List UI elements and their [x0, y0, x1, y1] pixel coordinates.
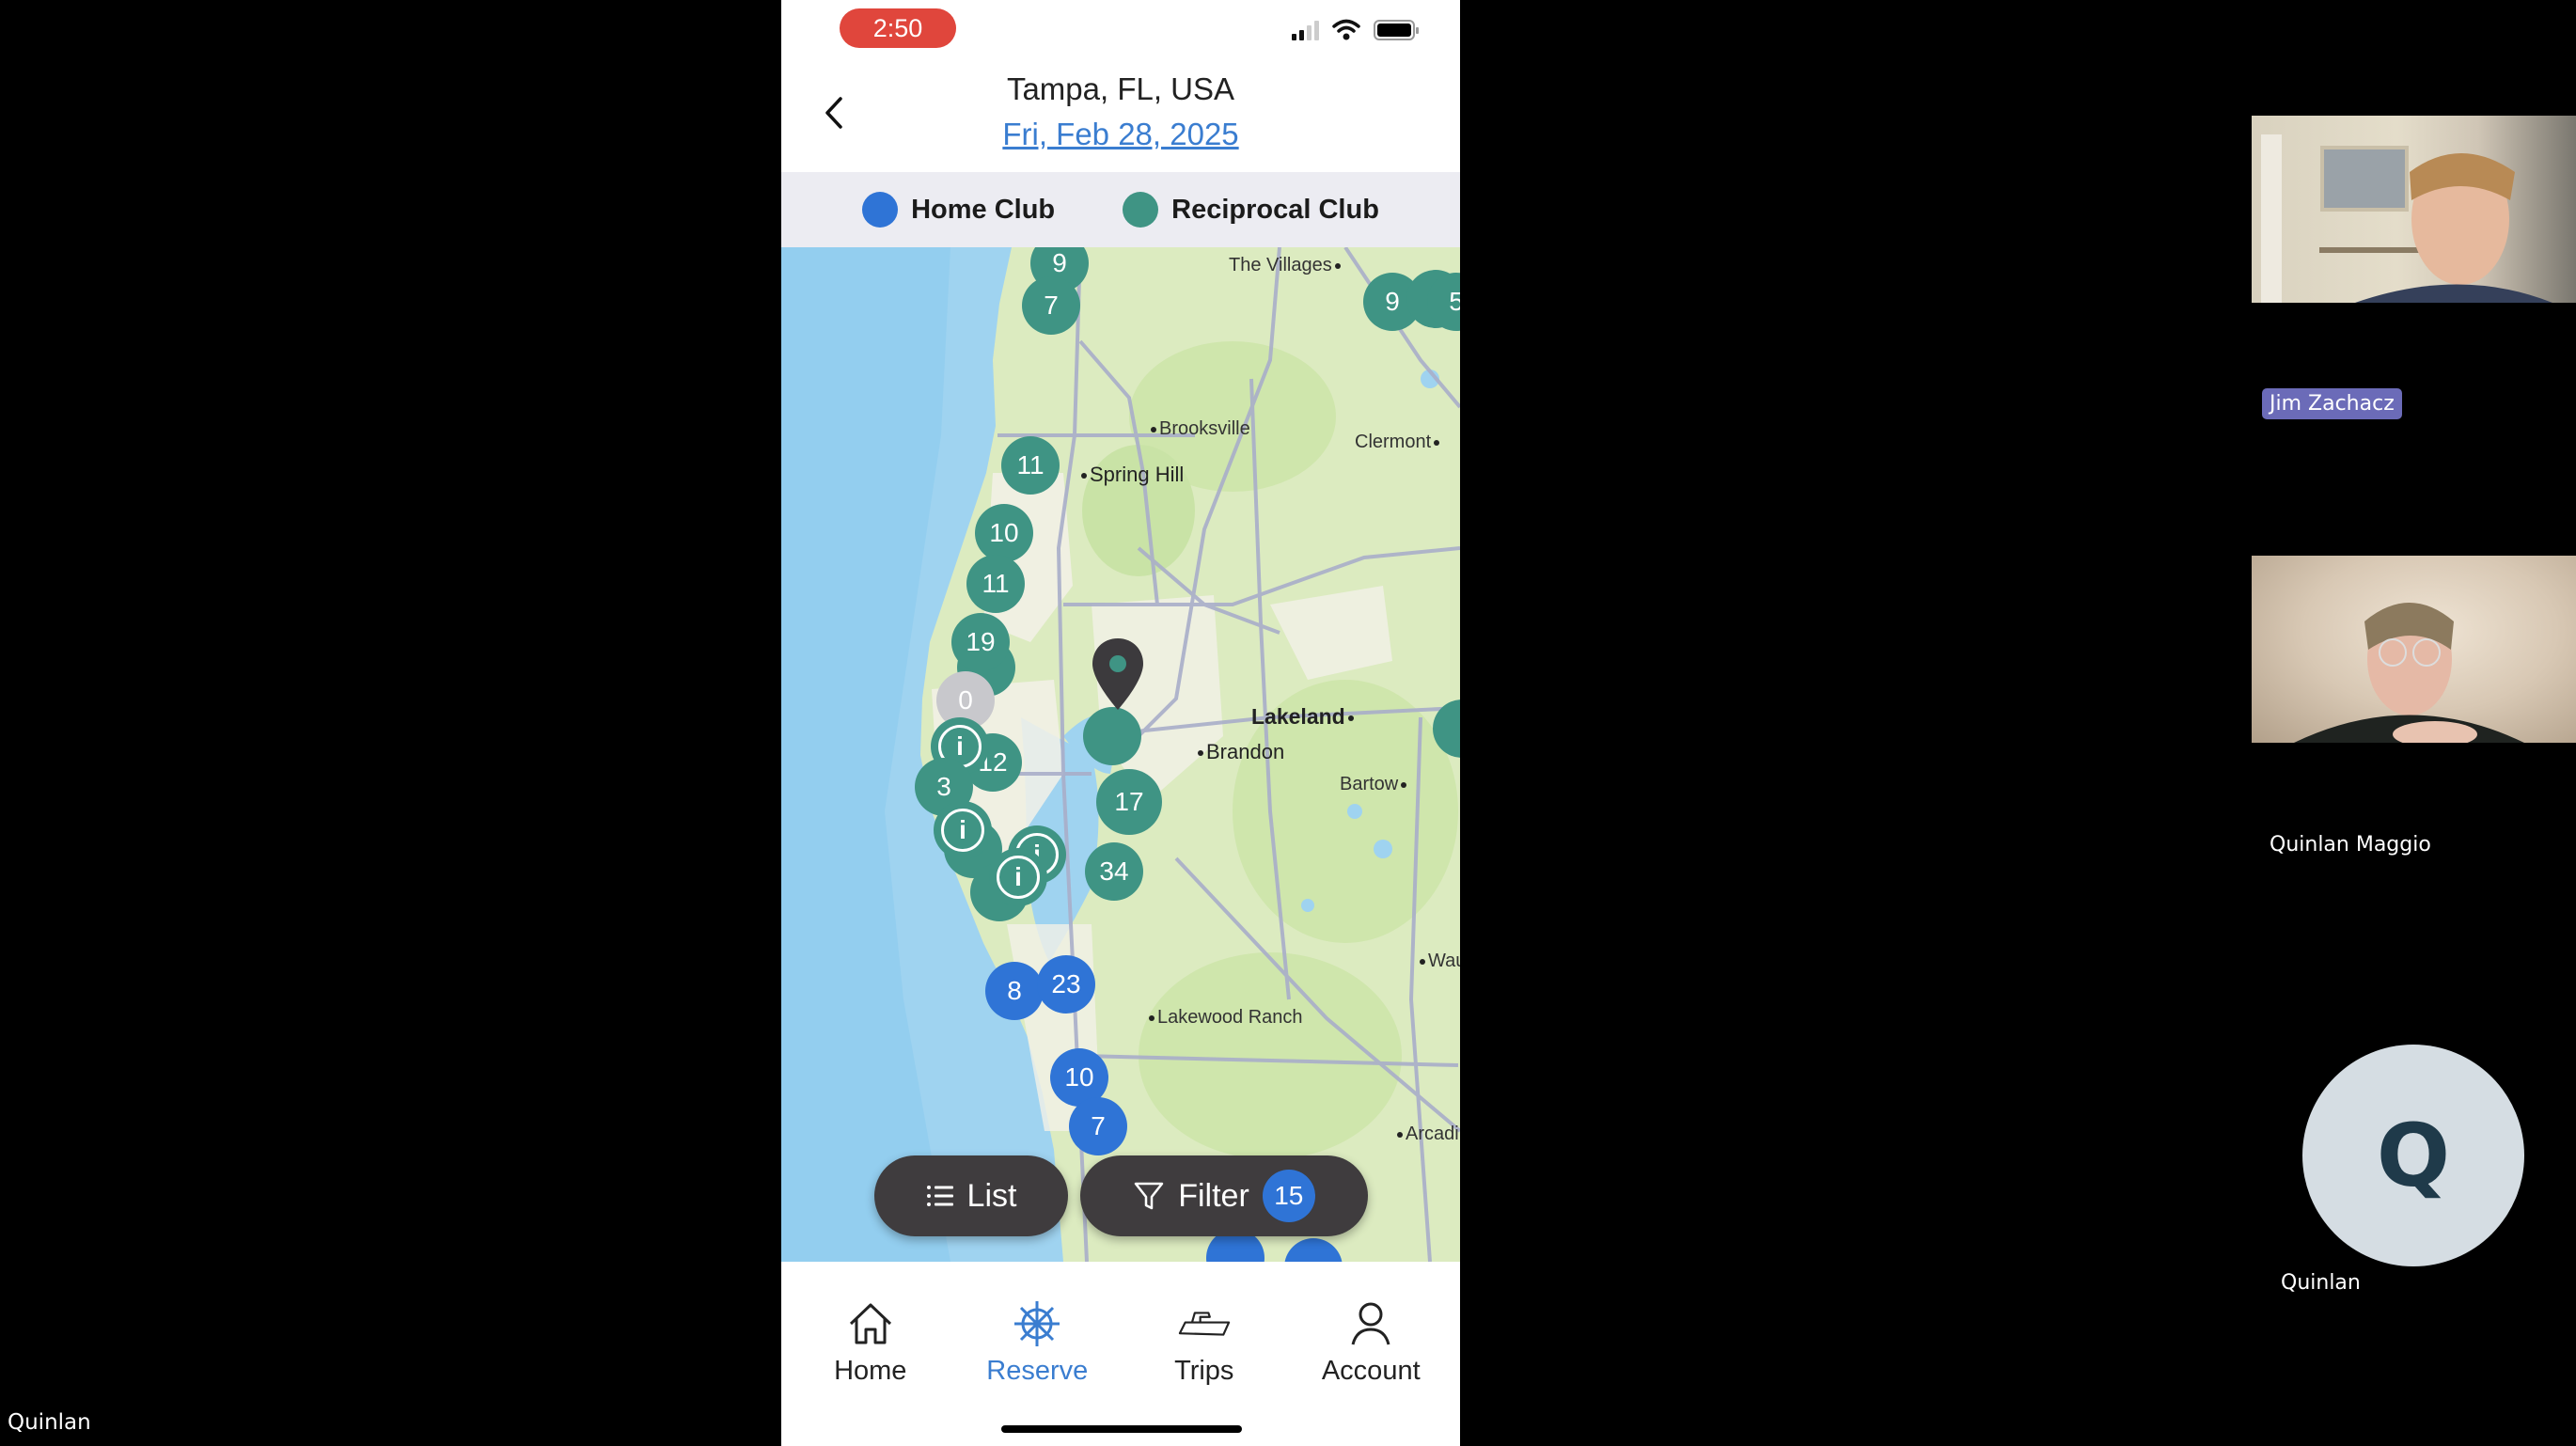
city-label: Brandon [1195, 740, 1284, 764]
club-cluster-marker[interactable]: 10 [975, 504, 1033, 562]
filter-label: Filter [1178, 1177, 1249, 1214]
city-label: The Villages [1229, 255, 1343, 276]
club-cluster-marker[interactable]: 34 [1085, 842, 1143, 901]
list-view-button[interactable]: List [874, 1155, 1068, 1236]
filter-button[interactable]: Filter 15 [1080, 1155, 1368, 1236]
tab-label: Account [1321, 1356, 1421, 1386]
city-label: Lakewood Ranch [1146, 1007, 1303, 1029]
ship-wheel-icon [1014, 1301, 1060, 1346]
home-club-marker[interactable]: 8 [985, 962, 1044, 1020]
header: Tampa, FL, USA Fri, Feb 28, 2025 [781, 56, 1460, 172]
bottom-tab-bar: Home Reserve Trips Account [781, 1262, 1460, 1446]
location-title: Tampa, FL, USA [1006, 71, 1235, 106]
list-label: List [966, 1177, 1017, 1214]
info-icon: i [997, 856, 1040, 899]
home-icon [849, 1303, 891, 1344]
legend-reciprocal-club: Reciprocal Club [1123, 192, 1379, 228]
participant-name-label: Quinlan Maggio [2270, 833, 2431, 857]
club-cluster-marker[interactable] [1083, 707, 1141, 765]
self-name-label: Quinlan [8, 1410, 91, 1435]
tab-trips[interactable]: Trips [1124, 1299, 1284, 1387]
city-label: Brooksville [1148, 418, 1250, 440]
city-label: Clermont [1355, 432, 1442, 453]
club-cluster-marker[interactable]: 17 [1096, 769, 1162, 835]
person-icon [1351, 1302, 1390, 1345]
legend-bar: Home Club Reciprocal Club [781, 172, 1460, 247]
participant-name-label: Quinlan [2281, 1271, 2361, 1295]
city-label: Arcadi [1394, 1124, 1459, 1145]
club-cluster-marker[interactable]: 11 [1001, 436, 1060, 495]
home-indicator [1001, 1425, 1242, 1433]
home-club-marker[interactable]: 23 [1037, 955, 1095, 1014]
city-label: Wau [1417, 951, 1460, 972]
date-link[interactable]: Fri, Feb 28, 2025 [781, 117, 1460, 152]
status-bar: 2:50 [781, 0, 1460, 56]
legend-label: Home Club [911, 194, 1056, 225]
legend-home-club: Home Club [862, 192, 1055, 228]
home-club-dot [862, 192, 899, 228]
participant-video [2294, 603, 2524, 743]
tab-label: Reserve [986, 1356, 1089, 1386]
signal-icon [1292, 20, 1319, 40]
list-icon [926, 1186, 953, 1206]
info-icon: i [941, 809, 984, 852]
club-cluster-marker[interactable]: 7 [1022, 276, 1080, 335]
filter-icon [1134, 1182, 1164, 1210]
tab-label: Home [834, 1356, 907, 1386]
home-club-marker[interactable]: 7 [1069, 1097, 1127, 1155]
participant-name-badge: Jim Zachacz [2262, 388, 2402, 419]
info-marker[interactable]: i [934, 801, 992, 859]
city-label: Lakeland [1251, 704, 1357, 730]
tab-account[interactable]: Account [1291, 1299, 1451, 1387]
tab-reserve[interactable]: Reserve [957, 1299, 1117, 1387]
participant-avatar[interactable]: Q [2302, 1045, 2524, 1266]
tab-label: Trips [1174, 1356, 1234, 1386]
battery-icon [1374, 20, 1419, 40]
city-label: Spring Hill [1078, 463, 1184, 487]
phone-screen: 2:50 Tampa, FL, USA Fri, Feb 28, 2025 Ho… [781, 0, 1460, 1446]
participant-video [2261, 134, 2552, 303]
participant-video-tile[interactable] [2252, 116, 2576, 303]
wifi-icon [1332, 19, 1360, 40]
participant-video-tile[interactable] [2252, 556, 2576, 743]
status-time: 2:50 [840, 8, 956, 48]
map-pin-icon[interactable] [1090, 637, 1146, 715]
info-marker[interactable]: i [989, 848, 1047, 906]
reciprocal-club-dot [1123, 192, 1159, 228]
filter-count-badge: 15 [1262, 1170, 1315, 1222]
legend-label: Reciprocal Club [1171, 194, 1379, 225]
status-icons [1292, 19, 1419, 41]
map-view[interactable]: The Villages Brooksville Clermont Spring… [781, 247, 1460, 1262]
club-cluster-marker[interactable]: 11 [966, 555, 1025, 613]
boat-icon [1178, 1312, 1230, 1336]
club-cluster-marker[interactable]: 19 [951, 613, 1010, 671]
tab-home[interactable]: Home [791, 1299, 950, 1387]
city-label: Bartow [1340, 774, 1409, 795]
